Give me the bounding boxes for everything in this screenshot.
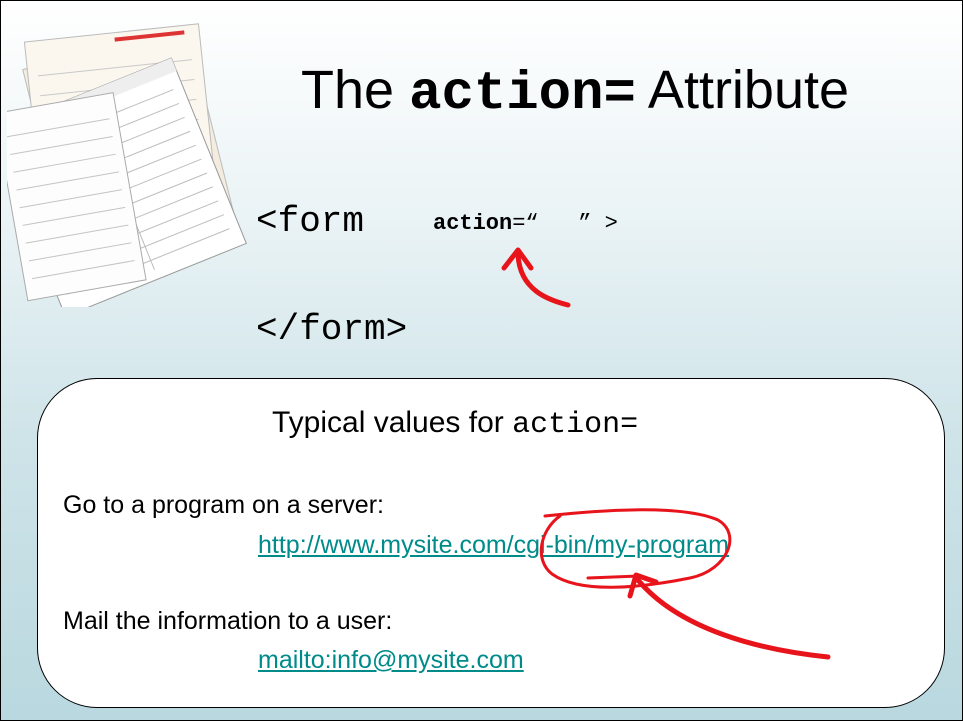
title-code: action= — [409, 64, 636, 125]
box-title: Typical values for action= — [272, 406, 638, 442]
server-program-link[interactable]: http://www.mysite.com/cgi-bin/my-program — [258, 531, 729, 560]
code-action-attribute: action=“ ” > — [433, 211, 618, 236]
code-attr-rest: =“ ” > — [512, 211, 618, 236]
code-attr-name: action — [433, 211, 513, 236]
server-program-label: Go to a program on a server: — [63, 491, 384, 519]
code-form-close: </form> — [256, 309, 408, 350]
slide: The action= Attribute <form action=“ ” >… — [0, 0, 963, 721]
code-form-open: <form — [256, 201, 365, 242]
mail-user-label: Mail the information to a user: — [63, 607, 393, 635]
forms-stack-image — [7, 23, 247, 307]
slide-title: The action= Attribute — [301, 59, 941, 125]
title-suffix: Attribute — [635, 60, 850, 120]
title-prefix: The — [301, 60, 410, 120]
box-title-text: Typical values for — [272, 406, 513, 439]
mailto-link[interactable]: mailto:info@mysite.com — [258, 646, 524, 675]
box-title-code: action= — [512, 408, 639, 442]
